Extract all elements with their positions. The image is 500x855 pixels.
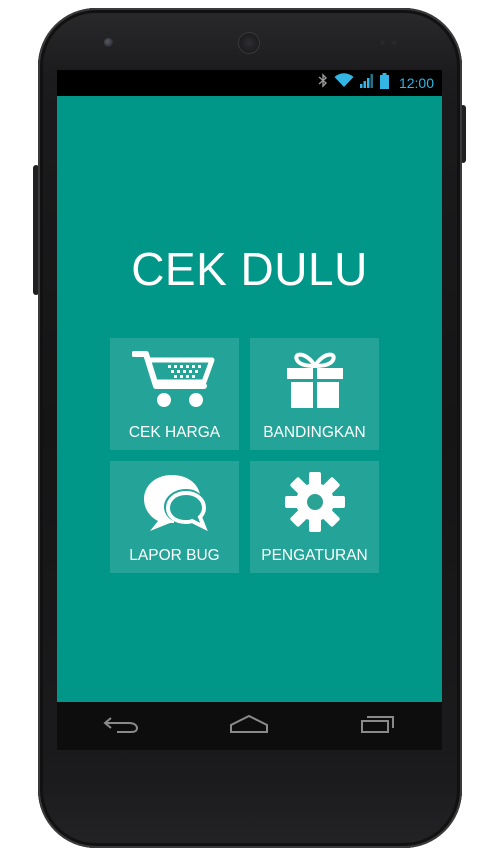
menu-tile-label: BANDINGKAN	[263, 424, 366, 441]
wifi-icon	[334, 73, 354, 93]
navigation-bar	[57, 702, 442, 750]
recent-apps-button[interactable]	[348, 706, 408, 746]
shopping-cart-icon	[110, 344, 239, 414]
battery-icon	[379, 72, 389, 94]
recent-apps-icon	[360, 714, 396, 739]
earpiece-speaker	[238, 32, 260, 54]
gift-icon	[250, 344, 379, 414]
proximity-sensor	[380, 40, 385, 45]
front-camera	[104, 38, 113, 47]
signal-icon	[359, 73, 374, 93]
back-icon	[103, 714, 139, 739]
bluetooth-icon	[318, 73, 328, 93]
gear-icon	[250, 467, 379, 537]
app-screen: CEK DULU CEK HARGA BANDINGKAN LAPOR BUG …	[57, 96, 442, 702]
chat-bubbles-icon	[110, 467, 239, 537]
home-button[interactable]	[219, 706, 279, 746]
menu-tile-label: LAPOR BUG	[129, 547, 220, 564]
menu-tile-label: CEK HARGA	[128, 424, 221, 441]
back-button[interactable]	[91, 706, 151, 746]
light-sensor	[392, 40, 397, 45]
app-title: CEK DULU	[131, 243, 368, 295]
menu-tile-pengaturan[interactable]: PENGATURAN	[250, 461, 379, 573]
menu-tile-label: PENGATURAN	[261, 547, 368, 564]
status-bar: 12:00	[57, 70, 442, 96]
menu-tile-bandingkan[interactable]: BANDINGKAN	[250, 338, 379, 450]
home-icon	[229, 714, 269, 739]
menu-tile-lapor-bug[interactable]: LAPOR BUG	[110, 461, 239, 573]
status-time: 12:00	[398, 75, 434, 91]
menu-tile-cek-harga[interactable]: CEK HARGA	[110, 338, 239, 450]
